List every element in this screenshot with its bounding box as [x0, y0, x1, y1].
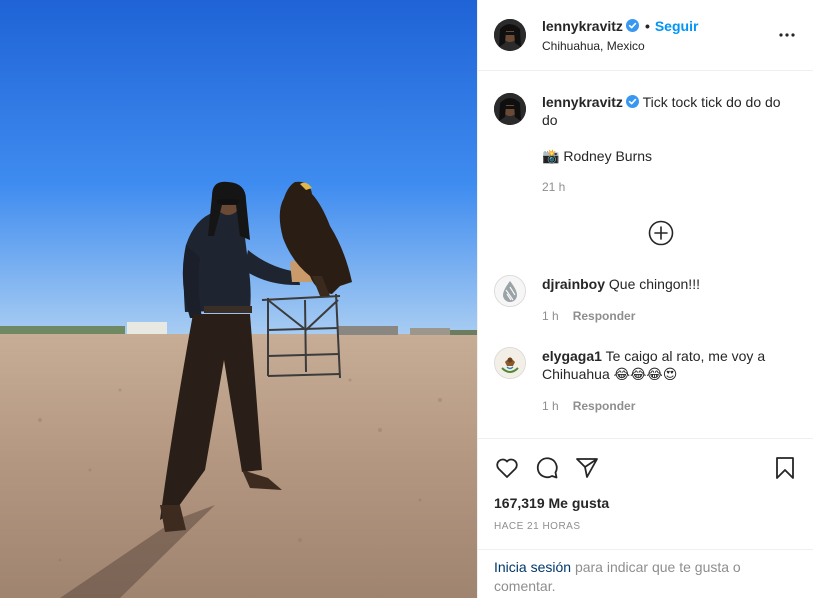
commenter-avatar[interactable]: [494, 347, 526, 379]
header-title-line: lennykravitz • Seguir: [542, 18, 698, 34]
post-photo[interactable]: [0, 0, 477, 598]
comment-username[interactable]: djrainboy: [542, 276, 605, 292]
like-count[interactable]: 167,319 Me gusta: [494, 495, 609, 511]
comment-time[interactable]: 1 h: [542, 399, 559, 413]
comment-text-block: djrainboy Que chingon!!!: [542, 275, 800, 293]
follow-button[interactable]: Seguir: [655, 18, 699, 34]
commenter-avatar[interactable]: [494, 275, 526, 307]
comment-icon[interactable]: [534, 455, 560, 481]
heart-icon[interactable]: [494, 455, 520, 481]
caption-time: 21 h: [542, 180, 566, 194]
verified-badge-icon: [625, 19, 639, 32]
photo-credit: Rodney Burns: [563, 148, 653, 164]
bookmark-icon[interactable]: [772, 455, 798, 481]
caption-username[interactable]: lennykravitz: [542, 94, 623, 110]
instagram-post: lennykravitz • Seguir Chihuahua, Mexico le…: [0, 0, 813, 598]
author-avatar[interactable]: [494, 19, 526, 51]
reply-button[interactable]: Responder: [573, 399, 636, 413]
load-more-plus-icon[interactable]: [648, 220, 674, 246]
comment-username[interactable]: elygaga1: [542, 348, 602, 364]
post-side-panel: lennykravitz • Seguir Chihuahua, Mexico le…: [477, 0, 813, 598]
caption-text-block: lennykravitz Tick tock tick do do do do: [542, 93, 800, 129]
comment-emojis: 😂😂😂😍: [613, 366, 678, 382]
post-timestamp[interactable]: HACE 21 HORAS: [494, 521, 581, 532]
comment-text: Que chingon!!!: [608, 276, 700, 292]
verified-badge-icon: [625, 95, 639, 108]
comment-meta: 1 h Responder: [542, 399, 635, 413]
reply-button[interactable]: Responder: [573, 309, 636, 323]
photo-scene: [0, 0, 477, 598]
camera-emoji: 📸: [542, 148, 560, 164]
post-header: lennykravitz • Seguir Chihuahua, Mexico: [478, 0, 813, 71]
author-username[interactable]: lennykravitz: [542, 18, 623, 34]
login-prompt-text: Inicia sesión para indicar que te gusta …: [494, 558, 784, 596]
share-icon[interactable]: [574, 455, 600, 481]
login-link[interactable]: Inicia sesión: [494, 559, 571, 575]
caption-credit: 📸 Rodney Burns: [542, 147, 800, 165]
post-location[interactable]: Chihuahua, Mexico: [542, 39, 645, 53]
caption-author-avatar[interactable]: [494, 93, 526, 125]
login-prompt: Inicia sesión para indicar que te gusta …: [478, 549, 813, 598]
comment-text-block: elygaga1 Te caigo al rato, me voy a Chih…: [542, 347, 800, 383]
more-options-icon[interactable]: [778, 26, 796, 44]
header-separator-dot: •: [644, 18, 650, 34]
comment-time[interactable]: 1 h: [542, 309, 559, 323]
post-actions: 167,319 Me gusta HACE 21 HORAS Inicia se…: [478, 438, 813, 598]
comment-meta: 1 h Responder: [542, 309, 635, 323]
